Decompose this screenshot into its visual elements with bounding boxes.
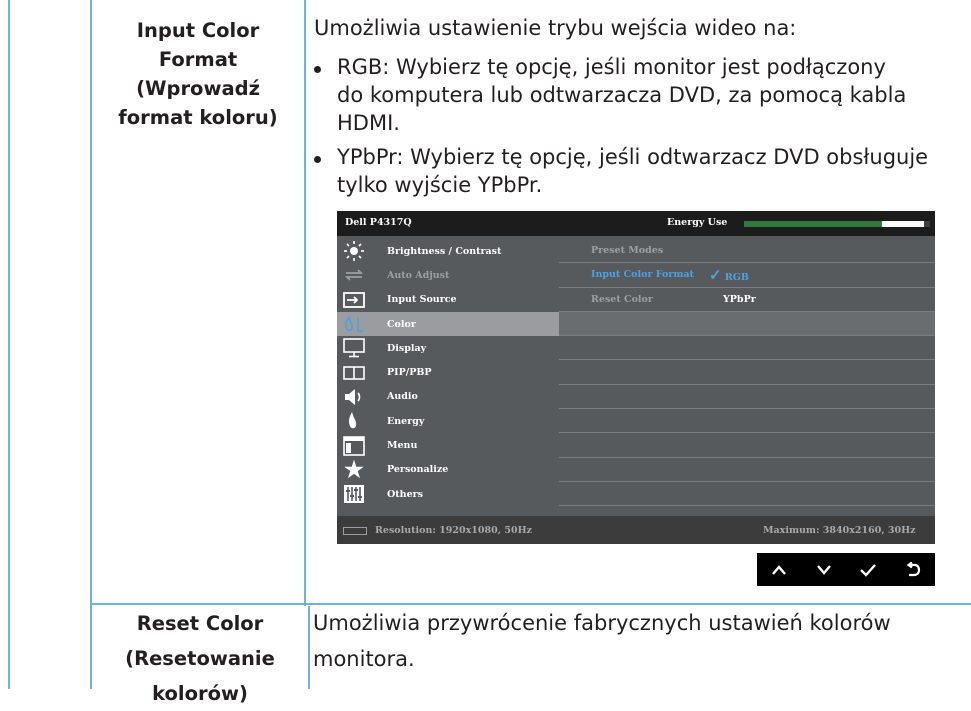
submenu-empty-row xyxy=(559,482,935,507)
submenu-empty-row xyxy=(559,311,935,337)
display-icon xyxy=(342,338,366,358)
menu-item-auto-adjust[interactable]: Auto Adjust xyxy=(337,263,559,287)
table-border-col2 xyxy=(304,0,306,606)
menu-item-label: Brightness / Contrast xyxy=(387,245,502,257)
menu-item-label: PIP/PBP xyxy=(387,367,432,379)
auto-adjust-icon xyxy=(342,266,366,285)
submenu-item-label: Preset Modes xyxy=(591,245,664,256)
menu-item-input-source[interactable]: Input Source xyxy=(337,288,559,312)
submenu-item-label: Input Color Format xyxy=(591,269,694,281)
back-button[interactable] xyxy=(891,553,936,586)
osd-menu: Dell P4317Q Energy Use Brightness / Cont… xyxy=(337,211,935,544)
submenu-empty-row xyxy=(559,336,935,361)
menu-item-label: Menu xyxy=(387,440,418,452)
star-icon: ★ xyxy=(344,456,364,483)
submenu-empty-row xyxy=(559,433,935,458)
osd-button-bar xyxy=(757,553,935,586)
osd-header: Dell P4317Q Energy Use xyxy=(337,211,935,236)
menu-item-brightness-contrast[interactable]: Brightness / Contrast xyxy=(337,239,559,263)
menu-item-personalize[interactable]: ★ Personalize xyxy=(337,456,559,483)
menu-item-label: Energy xyxy=(387,415,425,427)
others-icon xyxy=(342,485,366,504)
osd-main-menu: Brightness / Contrast Auto Adjust Input … xyxy=(337,239,559,506)
back-icon xyxy=(906,561,920,576)
submenu-empty-row xyxy=(559,385,935,410)
down-button[interactable] xyxy=(802,553,847,586)
submenu-item-input-color-format[interactable]: Input Color Format ✓ RGB xyxy=(559,263,935,288)
pip-icon xyxy=(342,363,366,382)
menu-item-label: Display xyxy=(387,342,427,354)
menu-item-label: Input Source xyxy=(387,294,457,306)
option-list: RGB: Wybierz tę opcję, jeśli monitor jes… xyxy=(310,53,928,199)
input-source-icon xyxy=(342,290,366,309)
up-icon xyxy=(772,564,787,575)
current-resolution: Resolution: 1920x1080, 50Hz xyxy=(375,525,532,536)
submenu-item-label: Reset Color xyxy=(591,293,653,305)
energy-icon xyxy=(342,412,366,431)
sun-icon xyxy=(342,241,366,262)
table-border-col2-lower xyxy=(308,606,310,689)
submenu-empty-row xyxy=(559,409,935,434)
menu-item-label: Color xyxy=(387,318,416,330)
ok-button[interactable] xyxy=(846,553,891,586)
menu-item-menu[interactable]: Menu xyxy=(337,433,559,457)
menu-item-energy[interactable]: Energy xyxy=(337,409,559,433)
osd-footer: Resolution: 1920x1080, 50Hz Maximum: 384… xyxy=(337,516,935,544)
check-icon: ✓ xyxy=(709,266,722,285)
color-icon xyxy=(342,315,366,334)
table-border-left xyxy=(8,0,10,689)
check-icon xyxy=(860,563,877,577)
energy-use-marker xyxy=(882,221,924,227)
menu-item-display[interactable]: Display xyxy=(337,336,559,360)
list-item: YPbPr: Wybierz tę opcję, jeśli odtwarzac… xyxy=(310,143,928,199)
monitor-model: Dell P4317Q xyxy=(345,217,412,228)
menu-item-label: Personalize xyxy=(387,464,449,476)
row-label-input-color-format: Input Color Format (Wprowadź format kolo… xyxy=(118,19,278,129)
menu-item-label: Audio xyxy=(387,391,418,403)
energy-use-bar xyxy=(744,221,930,227)
energy-use-label: Energy Use xyxy=(667,217,728,228)
osd-submenu: Preset Modes Input Color Format ✓ RGB Re… xyxy=(559,239,935,507)
menu-item-pip-pbp[interactable]: PIP/PBP xyxy=(337,360,559,384)
menu-icon xyxy=(342,435,366,456)
option-ypbpr[interactable]: YPbPr xyxy=(723,294,756,305)
menu-item-color[interactable]: Color xyxy=(337,311,559,337)
menu-item-label: Auto Adjust xyxy=(387,269,450,281)
up-button[interactable] xyxy=(757,553,802,586)
down-icon xyxy=(816,564,831,575)
row-description-reset-color: Umożliwia przywrócenie fabrycznych ustaw… xyxy=(313,611,891,671)
row-label-reset-color: Reset Color (Resetowanie kolorów) xyxy=(125,612,275,705)
speaker-icon xyxy=(342,387,366,406)
submenu-item-reset-color[interactable]: Reset Color YPbPr xyxy=(559,288,935,312)
submenu-empty-row xyxy=(559,458,935,482)
menu-item-audio[interactable]: Audio xyxy=(337,385,559,409)
energy-use-fill xyxy=(744,221,886,227)
maximum-resolution: Maximum: 3840x2160, 30Hz xyxy=(763,525,916,536)
submenu-item-preset-modes[interactable]: Preset Modes xyxy=(559,239,935,264)
menu-item-label: Others xyxy=(387,488,423,500)
menu-item-others[interactable]: Others xyxy=(337,482,559,506)
row-description-intro: Umożliwia ustawienie trybu wejścia wideo… xyxy=(314,16,797,40)
option-rgb[interactable]: ✓ RGB xyxy=(709,266,749,284)
submenu-empty-row xyxy=(559,360,935,385)
resolution-icon xyxy=(343,527,367,535)
list-item: RGB: Wybierz tę opcję, jeśli monitor jes… xyxy=(310,53,928,137)
